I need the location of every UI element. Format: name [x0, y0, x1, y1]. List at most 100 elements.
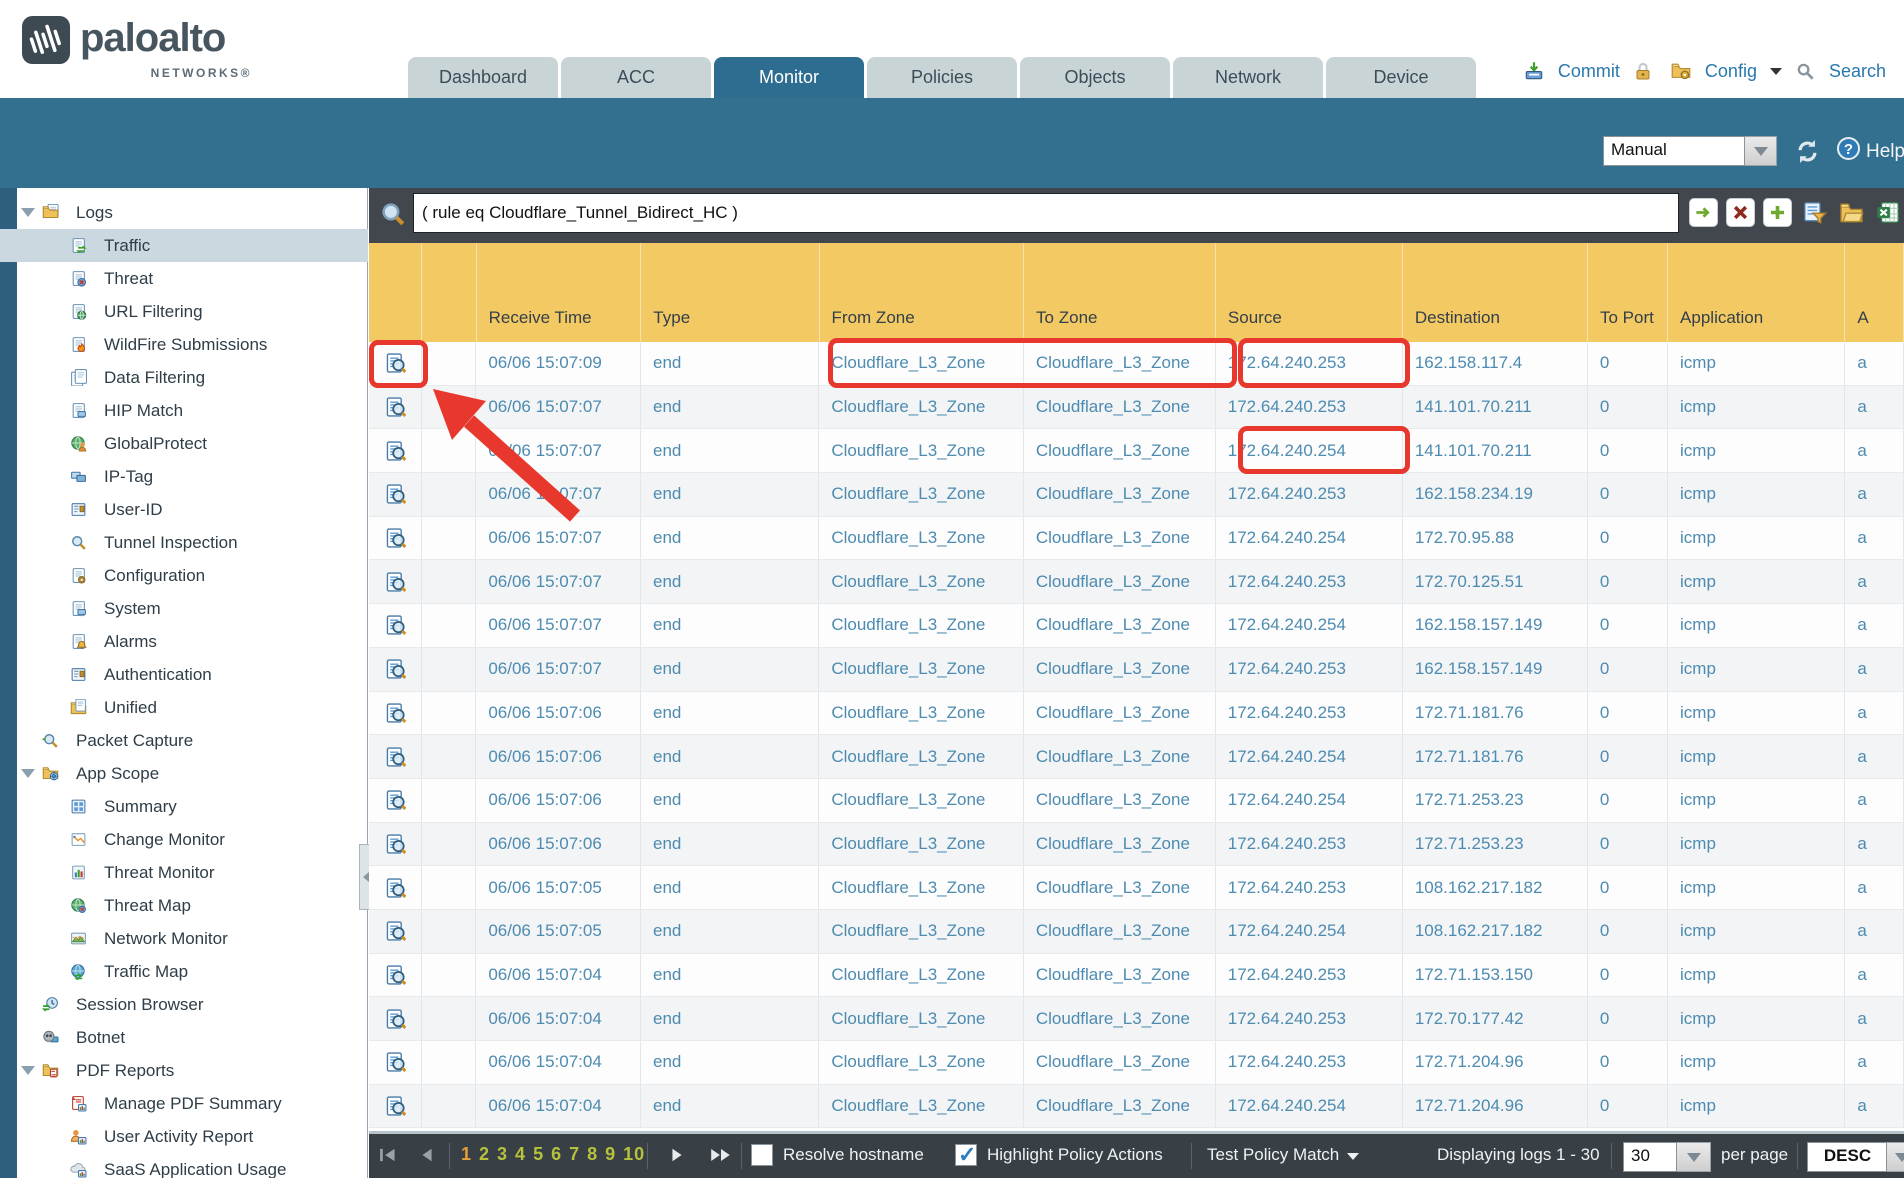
- cell-type[interactable]: end: [641, 997, 819, 1040]
- column-header-receive-time[interactable]: Receive Time: [477, 243, 642, 342]
- column-header-to-port[interactable]: To Port: [1588, 243, 1668, 342]
- cell-action[interactable]: a: [1845, 997, 1904, 1040]
- log-detail-icon[interactable]: [369, 473, 422, 516]
- sidebar-item-hip-match[interactable]: HIP Match: [0, 394, 368, 427]
- log-detail-icon[interactable]: [369, 648, 422, 691]
- cell-dest[interactable]: 172.71.204.96: [1403, 1041, 1588, 1084]
- cell-port[interactable]: 0: [1588, 866, 1668, 909]
- cell-port[interactable]: 0: [1588, 692, 1668, 735]
- first-page-button[interactable]: [379, 1147, 399, 1168]
- cell-type[interactable]: end: [641, 866, 819, 909]
- sidebar-item-session-browser[interactable]: Session Browser: [0, 988, 368, 1021]
- sidebar-item-tunnel-inspection[interactable]: Tunnel Inspection: [0, 526, 368, 559]
- cell-time[interactable]: 06/06 15:07:07: [476, 517, 641, 560]
- config-menu[interactable]: Config: [1705, 61, 1757, 82]
- cell-source[interactable]: 172.64.240.254: [1216, 735, 1403, 778]
- cell-type[interactable]: end: [641, 473, 819, 516]
- cell-app[interactable]: icmp: [1668, 604, 1845, 647]
- log-detail-icon[interactable]: [369, 517, 422, 560]
- cell-to[interactable]: Cloudflare_L3_Zone: [1024, 735, 1216, 778]
- cell-action[interactable]: a: [1845, 386, 1904, 429]
- cell-from[interactable]: Cloudflare_L3_Zone: [819, 429, 1024, 472]
- cell-to[interactable]: Cloudflare_L3_Zone: [1024, 429, 1216, 472]
- cell-type[interactable]: end: [641, 429, 819, 472]
- cell-source[interactable]: 172.64.240.253: [1216, 386, 1403, 429]
- sidebar-item-botnet[interactable]: Botnet: [0, 1021, 368, 1054]
- cell-port[interactable]: 0: [1588, 386, 1668, 429]
- log-detail-icon[interactable]: [369, 823, 422, 866]
- log-filter-input[interactable]: [413, 193, 1679, 233]
- cell-dest[interactable]: 162.158.157.149: [1403, 604, 1588, 647]
- cell-from[interactable]: Cloudflare_L3_Zone: [819, 779, 1024, 822]
- cell-action[interactable]: a: [1845, 560, 1904, 603]
- expander-icon[interactable]: [21, 208, 35, 217]
- cell-action[interactable]: a: [1845, 1085, 1904, 1128]
- sidebar-item-network-monitor[interactable]: Network Monitor: [0, 922, 368, 955]
- cell-app[interactable]: icmp: [1668, 954, 1845, 997]
- tab-policies[interactable]: Policies: [867, 57, 1017, 98]
- sort-order-value[interactable]: DESC: [1807, 1142, 1887, 1172]
- cell-source[interactable]: 172.64.240.253: [1216, 560, 1403, 603]
- cell-from[interactable]: Cloudflare_L3_Zone: [819, 473, 1024, 516]
- cell-to[interactable]: Cloudflare_L3_Zone: [1024, 866, 1216, 909]
- cell-dest[interactable]: 162.158.117.4: [1403, 342, 1588, 385]
- highlight-policy-checkbox[interactable]: [955, 1144, 977, 1166]
- cell-time[interactable]: 06/06 15:07:04: [476, 1041, 641, 1084]
- tab-objects[interactable]: Objects: [1020, 57, 1170, 98]
- log-detail-icon[interactable]: [369, 735, 422, 778]
- sidebar-item-user-id[interactable]: User-ID: [0, 493, 368, 526]
- cell-dest[interactable]: 172.71.153.150: [1403, 954, 1588, 997]
- log-detail-icon[interactable]: [369, 779, 422, 822]
- cell-from[interactable]: Cloudflare_L3_Zone: [819, 342, 1024, 385]
- cell-source[interactable]: 172.64.240.253: [1216, 342, 1403, 385]
- cell-time[interactable]: 06/06 15:07:07: [476, 560, 641, 603]
- cell-port[interactable]: 0: [1588, 1041, 1668, 1084]
- last-page-button[interactable]: [709, 1147, 733, 1168]
- cell-app[interactable]: icmp: [1668, 823, 1845, 866]
- sidebar-item-alarms[interactable]: Alarms: [0, 625, 368, 658]
- cell-app[interactable]: icmp: [1668, 866, 1845, 909]
- cell-to[interactable]: Cloudflare_L3_Zone: [1024, 997, 1216, 1040]
- cell-dest[interactable]: 108.162.217.182: [1403, 866, 1588, 909]
- cell-action[interactable]: a: [1845, 735, 1904, 778]
- expander-icon[interactable]: [21, 769, 35, 778]
- cell-time[interactable]: 06/06 15:07:04: [476, 997, 641, 1040]
- cell-app[interactable]: icmp: [1668, 342, 1845, 385]
- cell-port[interactable]: 0: [1588, 517, 1668, 560]
- sidebar-item-logs[interactable]: Logs: [0, 196, 368, 229]
- column-header-to-zone[interactable]: To Zone: [1024, 243, 1216, 342]
- log-detail-icon[interactable]: [369, 386, 422, 429]
- cell-source[interactable]: 172.64.240.254: [1216, 910, 1403, 953]
- sidebar-item-data-filtering[interactable]: Data Filtering: [0, 361, 368, 394]
- page-number-5[interactable]: 5: [533, 1144, 544, 1164]
- cell-time[interactable]: 06/06 15:07:09: [476, 342, 641, 385]
- sidebar-item-ip-tag[interactable]: IP-Tag: [0, 460, 368, 493]
- cell-action[interactable]: a: [1845, 823, 1904, 866]
- sidebar-item-threat[interactable]: Threat: [0, 262, 368, 295]
- log-detail-icon[interactable]: [369, 342, 422, 385]
- lock-icon[interactable]: [1629, 57, 1658, 86]
- cell-type[interactable]: end: [641, 692, 819, 735]
- page-size-value[interactable]: 30: [1623, 1142, 1677, 1172]
- column-header-destination[interactable]: Destination: [1403, 243, 1588, 342]
- cell-action[interactable]: a: [1845, 648, 1904, 691]
- cell-app[interactable]: icmp: [1668, 1085, 1845, 1128]
- cell-app[interactable]: icmp: [1668, 910, 1845, 953]
- cell-app[interactable]: icmp: [1668, 1041, 1845, 1084]
- log-detail-icon[interactable]: [369, 910, 422, 953]
- cell-dest[interactable]: 172.70.125.51: [1403, 560, 1588, 603]
- refresh-interval-dropdown-arrow[interactable]: [1745, 136, 1777, 166]
- cell-from[interactable]: Cloudflare_L3_Zone: [819, 735, 1024, 778]
- log-detail-icon[interactable]: [369, 866, 422, 909]
- cell-time[interactable]: 06/06 15:07:04: [476, 1085, 641, 1128]
- refresh-interval-value[interactable]: Manual: [1603, 136, 1745, 166]
- cell-from[interactable]: Cloudflare_L3_Zone: [819, 910, 1024, 953]
- sidebar-item-saas-application-usage[interactable]: SaaS Application Usage: [0, 1153, 368, 1178]
- cell-type[interactable]: end: [641, 648, 819, 691]
- log-detail-icon[interactable]: [369, 997, 422, 1040]
- test-policy-match-menu[interactable]: Test Policy Match: [1207, 1145, 1359, 1165]
- page-number-4[interactable]: 4: [515, 1144, 526, 1164]
- expander-icon[interactable]: [21, 1066, 35, 1075]
- cell-from[interactable]: Cloudflare_L3_Zone: [819, 997, 1024, 1040]
- cell-type[interactable]: end: [641, 517, 819, 560]
